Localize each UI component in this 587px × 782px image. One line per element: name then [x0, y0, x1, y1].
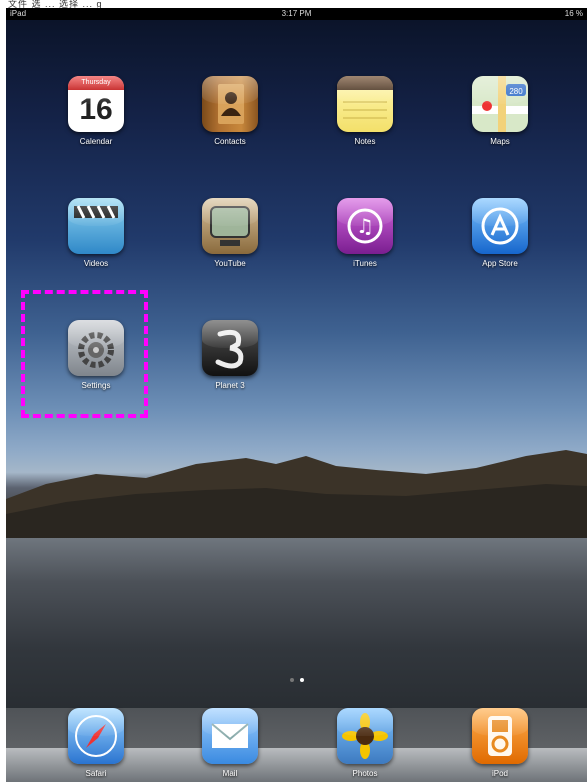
videos-icon — [68, 198, 124, 254]
cropped-caption: 文件 选 ... 选择 ... g — [8, 0, 103, 8]
app-label: Photos — [352, 769, 378, 778]
app-label: YouTube — [214, 259, 246, 268]
app-label: Contacts — [214, 137, 246, 146]
app-app-store[interactable]: App Store — [455, 198, 545, 268]
app-label: Safari — [85, 769, 107, 778]
app-contacts[interactable]: Contacts — [185, 76, 275, 146]
map-route-badge: 280 — [509, 87, 523, 96]
youtube-icon — [202, 198, 258, 254]
app-itunes[interactable]: ♫ iTunes — [320, 198, 410, 268]
dock-app-mail[interactable]: Mail — [185, 708, 275, 778]
app-maps[interactable]: 280 Maps — [455, 76, 545, 146]
app-notes[interactable]: Notes — [320, 76, 410, 146]
itunes-icon: ♫ — [337, 198, 393, 254]
page-dot — [290, 678, 294, 682]
app-calendar[interactable]: Thursday 16 Calendar — [51, 76, 141, 146]
app-label: Notes — [354, 137, 376, 146]
app-store-icon — [472, 198, 528, 254]
planet-3-icon — [202, 320, 258, 376]
dock-app-ipod[interactable]: iPod — [455, 708, 545, 778]
dock-app-photos[interactable]: Photos — [320, 708, 410, 778]
settings-highlight-box — [21, 290, 148, 418]
app-label: iPod — [491, 769, 508, 778]
photos-sunflower-icon — [337, 708, 393, 764]
mail-envelope-icon — [202, 708, 258, 764]
dock-app-safari[interactable]: Safari — [51, 708, 141, 778]
calendar-date: 16 — [79, 93, 113, 126]
notes-icon — [337, 76, 393, 132]
top-text-strip: 文件 选 ... 选择 ... g — [0, 0, 587, 8]
safari-compass-icon — [68, 708, 124, 764]
app-videos[interactable]: Videos — [51, 198, 141, 268]
app-label: Planet 3 — [215, 381, 245, 390]
page-indicator — [287, 669, 307, 687]
app-planet-3[interactable]: Planet 3 — [185, 320, 275, 390]
battery-indicator: 16 % — [564, 9, 583, 18]
calendar-day: Thursday — [68, 76, 124, 90]
app-label: Calendar — [79, 137, 113, 146]
ipod-icon — [472, 708, 528, 764]
page-dot-active — [300, 678, 304, 682]
calendar-icon: Thursday 16 — [68, 76, 124, 132]
app-label: App Store — [482, 259, 518, 268]
app-label: Mail — [222, 769, 238, 778]
app-label: iTunes — [353, 259, 377, 268]
svg-text:♫: ♫ — [356, 214, 374, 238]
app-label: Maps — [490, 137, 510, 146]
app-youtube[interactable]: YouTube — [185, 198, 275, 268]
contacts-icon — [202, 76, 258, 132]
maps-icon: 280 — [472, 76, 528, 132]
status-bar: iPad 3:17 PM 16 % — [6, 8, 587, 20]
app-label: Videos — [83, 259, 109, 268]
mountain-range — [6, 450, 587, 544]
clock: 3:17 PM — [281, 9, 312, 18]
